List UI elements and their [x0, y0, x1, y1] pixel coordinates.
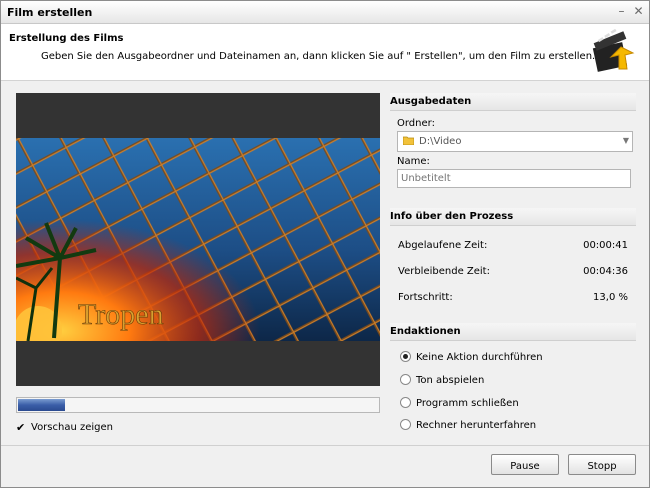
remaining-time-value: 00:04:36: [583, 266, 628, 277]
elapsed-time-value: 00:00:41: [583, 240, 628, 251]
output-section-header: Ausgabedaten: [390, 93, 636, 111]
pause-button[interactable]: Pause: [491, 454, 559, 475]
render-progress-bar: [16, 397, 380, 413]
film-clapper-icon: [592, 29, 635, 72]
render-progress-fill: [18, 399, 65, 411]
close-icon[interactable]: ✕: [632, 5, 645, 18]
process-section-header: Info über den Prozess: [390, 208, 636, 226]
radio-play-sound-label[interactable]: Ton abspielen: [416, 375, 484, 386]
footer-divider: [1, 445, 649, 446]
window-title: Film erstellen: [7, 6, 93, 19]
remaining-time-label: Verbleibende Zeit:: [398, 266, 490, 277]
folder-dropdown[interactable]: D:\Video ▼: [397, 131, 633, 152]
end-actions-section-header: Endaktionen: [390, 323, 636, 341]
title-bar: Film erstellen – ✕: [1, 1, 649, 24]
dialog-header: Erstellung des Films Geben Sie den Ausga…: [1, 24, 649, 81]
preview-overlay-text: Tropen: [78, 298, 164, 331]
radio-play-sound[interactable]: [400, 374, 411, 385]
dialog-window: Film erstellen – ✕ Erstellung des Films …: [0, 0, 650, 488]
name-label: Name:: [397, 156, 430, 167]
folder-label: Ordner:: [397, 118, 435, 129]
radio-close-program-label[interactable]: Programm schließen: [416, 398, 519, 409]
folder-icon: [403, 136, 414, 145]
progress-value: 13,0 %: [593, 292, 628, 303]
output-section-title: Ausgabedaten: [390, 96, 472, 107]
radio-no-action-label[interactable]: Keine Aktion durchführen: [416, 352, 543, 363]
radio-close-program[interactable]: [400, 397, 411, 408]
radio-shutdown[interactable]: [400, 419, 411, 430]
minimize-icon[interactable]: –: [615, 5, 628, 18]
header-description: Geben Sie den Ausgabeordner und Dateinam…: [41, 51, 596, 62]
show-preview-checkbox[interactable]: ✔: [16, 422, 27, 433]
radio-shutdown-label[interactable]: Rechner herunterfahren: [416, 420, 536, 431]
chevron-down-icon[interactable]: ▼: [623, 136, 629, 145]
preview-frame-image: Tropen: [16, 138, 380, 341]
video-preview: Tropen: [16, 93, 380, 386]
show-preview-label[interactable]: Vorschau zeigen: [31, 422, 113, 433]
radio-no-action[interactable]: [400, 351, 411, 362]
stop-button[interactable]: Stopp: [568, 454, 636, 475]
end-actions-section-title: Endaktionen: [390, 326, 461, 337]
elapsed-time-label: Abgelaufene Zeit:: [398, 240, 488, 251]
progress-label: Fortschritt:: [398, 292, 453, 303]
file-name-input[interactable]: [397, 169, 631, 188]
process-section-title: Info über den Prozess: [390, 211, 514, 222]
folder-value: D:\Video: [419, 136, 462, 147]
header-title: Erstellung des Films: [9, 33, 124, 44]
